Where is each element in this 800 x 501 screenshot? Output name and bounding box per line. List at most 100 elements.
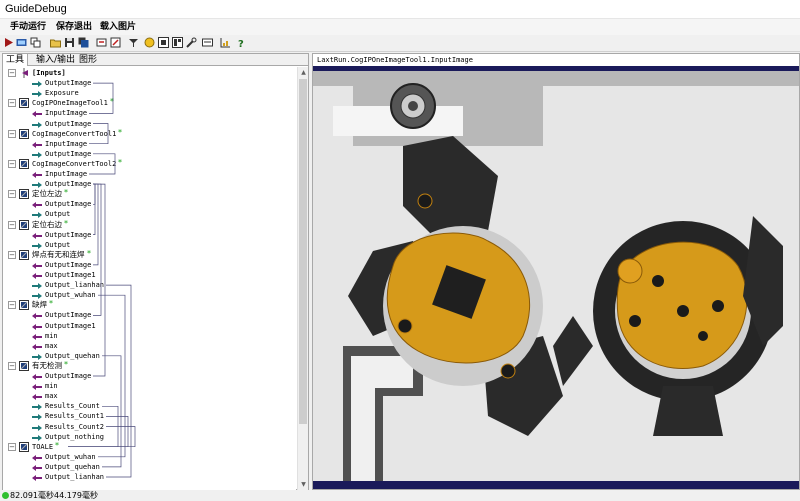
collapse-icon[interactable]: − [8,190,16,199]
port-label: OutputImage [45,79,92,88]
tree-tool-node[interactable]: − 焊点有无和连焊 * [3,248,296,260]
output-arrow-icon [32,151,42,158]
modified-star-icon: * [118,157,122,167]
tree-tool-node[interactable]: − 缺焊 * [3,299,296,311]
tree-port[interactable]: InputImage [3,108,296,118]
tree-group-inputs[interactable]: − [Inputs] [3,68,296,78]
tree-tool-node[interactable]: − CogIPOneImageTool1 * [3,97,296,109]
tree-port[interactable]: OutputImage [3,260,296,270]
collapse-icon[interactable]: − [8,250,16,259]
tab-graphics[interactable]: 图形 [76,54,100,66]
save-all-icon[interactable] [78,37,89,48]
tree-tool-node[interactable]: − 定位左边 * [3,188,296,200]
tree-port[interactable]: Results_Count1 [3,411,296,421]
save-icon[interactable] [64,37,75,48]
image-display[interactable] [313,66,799,489]
tree-port[interactable]: OutputImage [3,78,296,88]
image-display-title: LaxtRun.CogIPOneImageTool1.InputImage [313,54,799,66]
scroll-down-arrow-icon[interactable]: ▼ [298,479,309,490]
tree-port[interactable]: Output_lianhan [3,280,296,290]
port-label: OutputImage [45,372,92,380]
copy-icon[interactable] [30,37,41,48]
tree-port[interactable]: min [3,331,296,341]
collapse-icon[interactable]: − [8,361,16,370]
menu-save-exit[interactable]: 保存退出 [54,19,94,35]
port-label: Output_wuhan [45,452,96,461]
collapse-icon[interactable]: − [8,69,16,77]
port-label: Output_lianhan [45,281,105,290]
help-icon[interactable]: ? [236,37,247,48]
tree-port[interactable]: max [3,341,296,351]
scroll-thumb[interactable] [299,79,307,424]
filter-icon[interactable] [128,37,139,48]
output-arrow-icon [32,80,42,88]
input-arrow-icon [32,110,42,118]
tree-port[interactable]: Exposure [3,88,296,98]
tree-port[interactable]: OutputImage [3,230,296,240]
tree-node-label: 缺焊 [32,300,47,310]
menu-load-image[interactable]: 载入图片 [98,19,138,35]
keyboard-icon[interactable] [202,37,213,48]
import-icon[interactable] [96,37,107,48]
tree-port[interactable]: InputImage [3,139,296,149]
port-label: OutputImage1 [45,321,96,330]
collapse-icon[interactable]: − [8,129,16,138]
tree-port[interactable]: OutputImage1 [3,270,296,280]
tree-port[interactable]: Output_lianhan [3,472,296,482]
tree-port[interactable]: Results_Count2 [3,422,296,432]
port-label: min [45,382,58,391]
layout-icon[interactable] [172,37,183,48]
tree-port[interactable]: Output_quehan [3,351,296,361]
tab-tools[interactable]: 工具 [3,54,29,66]
input-arrow-icon [32,383,42,391]
tool-icon [19,300,29,311]
collapse-icon[interactable]: − [8,99,16,108]
tree-port[interactable]: OutputImage [3,149,296,159]
chart-icon[interactable] [220,37,231,48]
port-label: OutputImage [45,311,92,320]
tree-port[interactable]: Output_nothing [3,432,296,442]
tree-port[interactable]: InputImage [3,169,296,179]
settings-icon[interactable] [110,37,121,48]
tree-port[interactable]: Output [3,240,296,250]
tree-scrollbar[interactable]: ▲ ▼ [297,67,308,490]
tools-icon[interactable] [186,37,197,48]
tree-port[interactable]: Results_Count [3,401,296,411]
display-icon[interactable] [16,37,27,48]
scroll-up-arrow-icon[interactable]: ▲ [298,67,309,78]
tree-port[interactable]: Output_quehan [3,462,296,472]
tree-port[interactable]: Output [3,209,296,219]
collapse-icon[interactable]: − [8,301,16,310]
output-arrow-icon [32,211,42,219]
collapse-icon[interactable]: − [8,159,16,168]
menu-manual-run[interactable]: 手动运行 [8,19,48,35]
tree-port[interactable]: min [3,381,296,391]
tree-tool-node[interactable]: − TOALE * [3,441,296,452]
port-label: OutputImage [45,149,92,158]
tree-port[interactable]: OutputImage1 [3,321,296,331]
modified-star-icon: * [87,248,91,258]
collapse-icon[interactable]: − [8,220,16,229]
tree-tool-node[interactable]: − 定位右边 * [3,219,296,230]
tree-port[interactable]: OutputImage [3,199,296,209]
tree-tool-node[interactable]: − CogImageConvertTool1 * [3,128,296,139]
grid-icon[interactable] [158,37,169,48]
tree-port[interactable]: OutputImage [3,310,296,320]
input-arrow-icon [32,312,42,320]
tree-port[interactable]: OutputImage [3,119,296,129]
collapse-icon[interactable]: − [8,442,16,451]
open-folder-icon[interactable] [50,37,61,48]
output-arrow-icon [32,292,42,300]
run-icon[interactable] [3,37,14,48]
tab-io[interactable]: 输入/输出 [33,54,78,66]
input-arrow-icon [32,272,42,279]
tree-port[interactable]: OutputImage [3,371,296,381]
tree-port[interactable]: OutputImage [3,179,296,189]
image-icon[interactable] [144,37,155,48]
tree-tool-node[interactable]: − CogImageConvertTool2 * [3,157,296,169]
modified-star-icon: * [49,299,53,309]
tree-port[interactable]: max [3,391,296,401]
tree-tool-node[interactable]: − 有无检测 * [3,360,296,371]
tree-port[interactable]: Output_wuhan [3,290,296,300]
tree-port[interactable]: Output_wuhan [3,452,296,462]
